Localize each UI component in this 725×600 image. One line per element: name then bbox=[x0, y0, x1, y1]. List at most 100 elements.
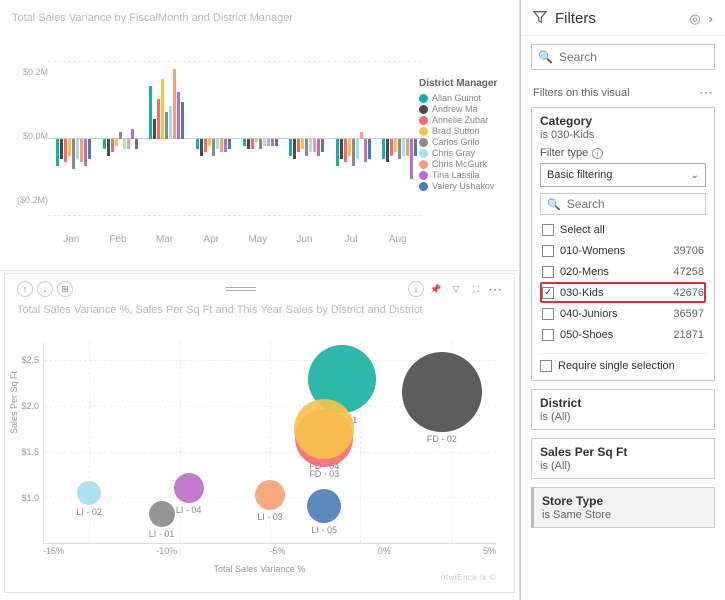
bar[interactable] bbox=[135, 139, 138, 149]
bar[interactable] bbox=[352, 139, 355, 166]
bar[interactable] bbox=[293, 139, 296, 159]
legend-item[interactable]: Allan Guinot bbox=[419, 93, 505, 103]
bar[interactable] bbox=[127, 139, 130, 149]
bar[interactable] bbox=[390, 139, 393, 156]
bar[interactable] bbox=[60, 139, 63, 159]
legend-item[interactable]: Carlos Grilo bbox=[419, 137, 505, 147]
bar[interactable] bbox=[228, 139, 231, 149]
bar[interactable] bbox=[115, 139, 118, 146]
checkbox[interactable] bbox=[542, 266, 554, 278]
bar[interactable] bbox=[243, 139, 246, 146]
filter-icon[interactable]: ▽ bbox=[448, 281, 464, 297]
filter-option-row[interactable]: 050-Shoes21871 bbox=[540, 324, 706, 345]
drill-mode-icon[interactable]: ↓ bbox=[408, 281, 424, 297]
bar[interactable] bbox=[305, 139, 308, 156]
filter-option-row[interactable]: 040-Juniors36597 bbox=[540, 303, 706, 324]
bar[interactable] bbox=[64, 139, 67, 162]
bar[interactable] bbox=[402, 139, 405, 156]
bar[interactable] bbox=[317, 139, 320, 156]
bar[interactable] bbox=[80, 139, 83, 162]
bar[interactable] bbox=[181, 102, 184, 139]
bar[interactable] bbox=[368, 139, 371, 159]
bar[interactable] bbox=[56, 139, 59, 166]
bar[interactable] bbox=[220, 139, 223, 152]
bar[interactable] bbox=[157, 99, 160, 139]
scatter-chart-visual[interactable]: ↑ ↓ ⊞ ↓ 📌 ▽ ⛶ ⋯ Total Sales Variance %, … bbox=[4, 273, 515, 593]
bar[interactable] bbox=[103, 139, 106, 149]
bar[interactable] bbox=[406, 139, 409, 156]
bar[interactable] bbox=[247, 139, 250, 149]
bar[interactable] bbox=[208, 139, 211, 146]
bar[interactable] bbox=[216, 139, 219, 149]
checkbox[interactable] bbox=[542, 224, 554, 236]
pin-icon[interactable]: 📌 bbox=[428, 281, 444, 297]
checkbox[interactable] bbox=[540, 360, 552, 372]
bar[interactable] bbox=[177, 92, 180, 139]
bar[interactable] bbox=[321, 139, 324, 152]
bubble[interactable] bbox=[174, 473, 204, 503]
checkbox[interactable] bbox=[542, 329, 554, 341]
sqft-filter-card[interactable]: Sales Per Sq Ft is (All) bbox=[531, 438, 715, 479]
expand-all-icon[interactable]: ⊞ bbox=[57, 281, 73, 297]
bar[interactable] bbox=[88, 139, 91, 159]
bar[interactable] bbox=[72, 139, 75, 169]
bar-chart-visual[interactable]: Total Sales Variance by FiscalMonth and … bbox=[0, 0, 519, 270]
legend-item[interactable]: Chris McGurk bbox=[419, 159, 505, 169]
bar[interactable] bbox=[271, 139, 274, 146]
bar[interactable] bbox=[410, 139, 413, 179]
legend-item[interactable]: Chris Gray bbox=[419, 148, 505, 158]
drill-up-icon[interactable]: ↑ bbox=[17, 281, 33, 297]
bar[interactable] bbox=[68, 139, 71, 156]
bar[interactable] bbox=[336, 139, 339, 166]
bar[interactable] bbox=[289, 139, 292, 156]
checkbox[interactable]: ✓ bbox=[542, 287, 554, 299]
bar[interactable] bbox=[123, 139, 126, 149]
district-filter-card[interactable]: District is (All) bbox=[531, 389, 715, 430]
bubble[interactable] bbox=[149, 501, 175, 527]
drill-down-icon[interactable]: ↓ bbox=[37, 281, 53, 297]
bar[interactable] bbox=[297, 139, 300, 152]
bar[interactable] bbox=[267, 139, 270, 146]
bar[interactable] bbox=[398, 139, 401, 159]
store-type-filter-card[interactable]: Store Type is Same Store bbox=[531, 487, 715, 528]
bubble[interactable] bbox=[255, 480, 285, 510]
bar[interactable] bbox=[348, 139, 351, 156]
bar[interactable] bbox=[275, 139, 278, 146]
bar[interactable] bbox=[356, 139, 359, 159]
bar[interactable] bbox=[169, 106, 172, 139]
bar[interactable] bbox=[84, 139, 87, 166]
filter-option-row[interactable]: ✓030-Kids42676 bbox=[540, 282, 706, 303]
bar[interactable] bbox=[263, 139, 266, 146]
bar[interactable] bbox=[161, 79, 164, 139]
drag-handle-icon[interactable] bbox=[226, 287, 256, 291]
bar[interactable] bbox=[107, 139, 110, 156]
bar[interactable] bbox=[414, 139, 417, 156]
bar[interactable] bbox=[309, 139, 312, 152]
checkbox[interactable] bbox=[542, 245, 554, 257]
bar[interactable] bbox=[200, 139, 203, 156]
legend-item[interactable]: Brad Sutton bbox=[419, 126, 505, 136]
bar[interactable] bbox=[76, 139, 79, 159]
bar[interactable] bbox=[173, 69, 176, 139]
bar[interactable] bbox=[131, 129, 134, 139]
section-more-icon[interactable]: ⋯ bbox=[699, 84, 713, 101]
legend-item[interactable]: Annelie Zubar bbox=[419, 115, 505, 125]
filter-option-row[interactable]: 020-Mens47258 bbox=[540, 261, 706, 282]
focus-mode-icon[interactable]: ⛶ bbox=[468, 281, 484, 297]
bubble[interactable] bbox=[77, 481, 101, 505]
bubble[interactable] bbox=[402, 352, 482, 432]
bar[interactable] bbox=[212, 139, 215, 156]
bar[interactable] bbox=[119, 132, 122, 139]
bar[interactable] bbox=[149, 86, 152, 139]
bubble[interactable] bbox=[294, 399, 354, 459]
bar[interactable] bbox=[255, 139, 258, 142]
filters-search-input[interactable] bbox=[559, 50, 714, 64]
bar[interactable] bbox=[301, 139, 304, 149]
bar[interactable] bbox=[394, 139, 397, 152]
category-filter-card[interactable]: Category is 030-Kids Filter type i Basic… bbox=[531, 107, 715, 381]
view-icon[interactable]: ◎ bbox=[689, 11, 700, 27]
bar[interactable] bbox=[340, 139, 343, 159]
bar[interactable] bbox=[153, 119, 156, 139]
more-options-icon[interactable]: ⋯ bbox=[488, 281, 502, 298]
bar[interactable] bbox=[204, 139, 207, 152]
